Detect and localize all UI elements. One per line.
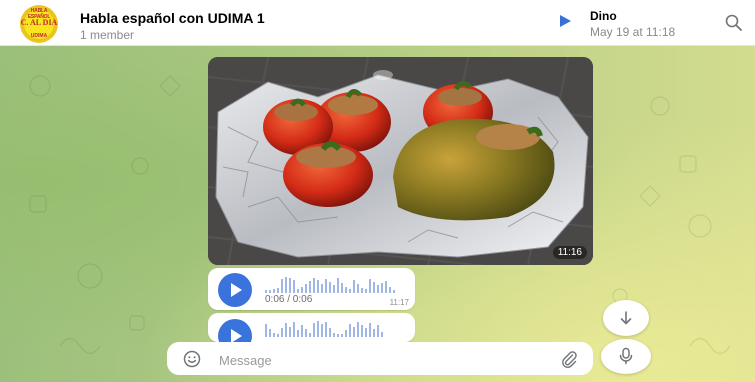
chat-title[interactable]: Habla español con UDIMA 1	[80, 10, 265, 26]
avatar-text-main: C. AL DIA	[20, 18, 58, 27]
telegram-chat-window: HABLA ESPAÑOL C. AL DIA UDIMA Habla espa…	[0, 0, 755, 382]
smile-icon[interactable]	[183, 350, 201, 368]
paperclip-icon[interactable]	[560, 350, 578, 368]
stuffed-peppers-photo	[208, 57, 593, 265]
chat-background: 11:16 0:06 / 0:06 11:17	[0, 46, 755, 382]
waveform[interactable]	[265, 319, 415, 337]
microphone-icon	[619, 347, 633, 365]
search-icon[interactable]	[724, 13, 744, 33]
chat-header: HABLA ESPAÑOL C. AL DIA UDIMA Habla espa…	[0, 0, 755, 46]
message-input[interactable]	[217, 349, 541, 371]
play-icon[interactable]	[218, 319, 252, 342]
chat-member-count: 1 member	[80, 28, 135, 42]
play-icon[interactable]	[560, 15, 571, 27]
voice-message[interactable]	[208, 313, 415, 342]
play-icon[interactable]	[218, 273, 252, 307]
avatar-text-bottom: UDIMA	[30, 33, 48, 39]
voice-duration: 0:06 / 0:06	[265, 294, 313, 305]
pinned-audio-author[interactable]: Dino	[590, 9, 617, 23]
arrow-down-icon	[620, 311, 632, 325]
voice-timestamp: 11:17	[389, 298, 409, 307]
photo-timestamp: 11:16	[552, 246, 587, 259]
scroll-to-bottom-button[interactable]	[603, 300, 649, 336]
photo-message[interactable]: 11:16	[208, 57, 593, 265]
pinned-audio-date: May 19 at 11:18	[590, 25, 676, 39]
record-voice-button[interactable]	[601, 339, 651, 374]
voice-message[interactable]: 0:06 / 0:06 11:17	[208, 268, 415, 310]
chat-avatar[interactable]: HABLA ESPAÑOL C. AL DIA UDIMA	[20, 5, 58, 43]
message-composer	[167, 342, 593, 375]
waveform[interactable]	[265, 275, 415, 293]
